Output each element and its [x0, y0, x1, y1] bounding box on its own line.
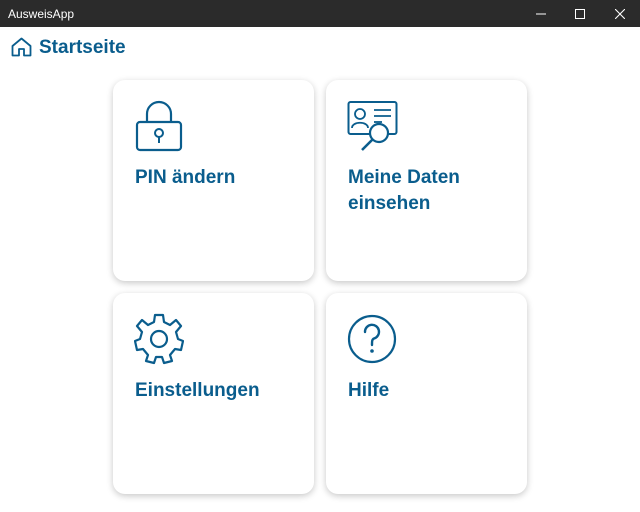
tile-label: Einstellungen	[135, 380, 260, 401]
tile-my-data[interactable]: Meine Daten einsehen	[326, 80, 527, 281]
page-header: Startseite	[0, 27, 640, 71]
window-title: AusweisApp	[8, 7, 75, 21]
tile-label: PIN ändern	[135, 167, 236, 188]
gear-icon	[134, 313, 184, 365]
help-icon	[347, 314, 397, 364]
tile-help[interactable]: Hilfe	[326, 293, 527, 494]
close-button[interactable]	[597, 0, 640, 27]
tile-pin-change[interactable]: PIN ändern	[113, 80, 314, 281]
lock-icon	[135, 100, 183, 152]
tile-label: Meine Daten einsehen	[348, 167, 460, 214]
tile-label: Hilfe	[348, 380, 390, 401]
maximize-icon	[575, 8, 585, 19]
minimize-icon	[536, 13, 546, 14]
window-titlebar[interactable]: AusweisApp	[0, 0, 640, 27]
home-icon[interactable]	[11, 37, 32, 57]
page-title: Startseite	[39, 37, 126, 58]
id-card-search-icon	[347, 101, 398, 151]
tile-settings[interactable]: Einstellungen	[113, 293, 314, 494]
close-icon	[615, 8, 625, 19]
